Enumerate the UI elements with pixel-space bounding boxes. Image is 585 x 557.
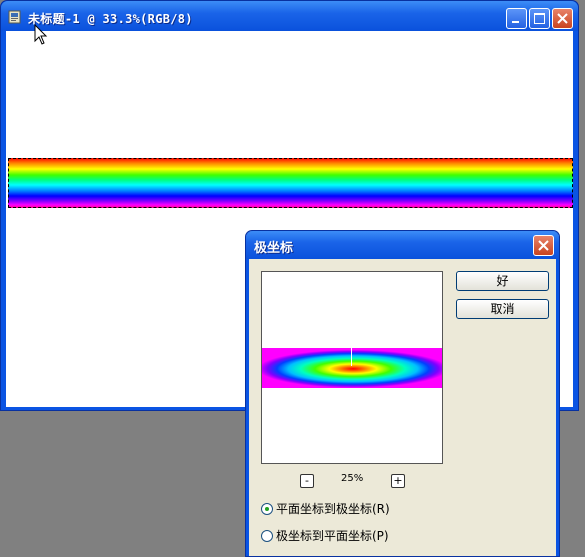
document-icon bbox=[8, 10, 21, 24]
dialog-title-bar[interactable]: 极坐标 bbox=[246, 231, 559, 259]
option-polar-to-rect[interactable]: 极坐标到平面坐标(P) bbox=[261, 527, 389, 543]
radio-rect-to-polar[interactable] bbox=[261, 502, 273, 515]
zoom-level: 25% bbox=[341, 473, 364, 484]
zoom-in-button[interactable]: + bbox=[391, 474, 405, 488]
option-rect-to-polar-label: 平面坐标到极坐标(R) bbox=[276, 502, 390, 516]
minimize-button[interactable] bbox=[506, 8, 527, 29]
option-rect-to-polar[interactable]: 平面坐标到极坐标(R) bbox=[261, 500, 390, 516]
maximize-button[interactable] bbox=[529, 8, 550, 29]
dialog-close-button[interactable] bbox=[533, 235, 554, 256]
option-polar-to-rect-label: 极坐标到平面坐标(P) bbox=[276, 529, 389, 543]
dialog-title: 极坐标 bbox=[254, 241, 294, 256]
document-title-bar[interactable]: 未标题-1 @ 33.3%(RGB/8) bbox=[1, 1, 578, 31]
ok-button[interactable]: 好 bbox=[456, 271, 549, 291]
polar-coordinates-dialog: 极坐标 - 25% + 好 取消 平面坐标到极坐标(R) 极坐标到平面坐标(P) bbox=[245, 230, 560, 557]
close-icon bbox=[557, 13, 568, 24]
document-title: 未标题-1 @ 33.3%(RGB/8) bbox=[28, 12, 193, 26]
close-button[interactable] bbox=[552, 8, 573, 29]
zoom-out-button[interactable]: - bbox=[300, 474, 314, 488]
selection-marquee bbox=[8, 158, 573, 208]
filter-preview[interactable] bbox=[261, 271, 443, 464]
preview-seam bbox=[351, 346, 352, 366]
mouse-pointer-icon bbox=[34, 24, 48, 45]
preview-image bbox=[262, 348, 442, 388]
cancel-button[interactable]: 取消 bbox=[456, 299, 549, 319]
minimize-icon bbox=[512, 21, 519, 23]
maximize-icon bbox=[534, 13, 545, 24]
dialog-body: - 25% + 好 取消 平面坐标到极坐标(R) 极坐标到平面坐标(P) bbox=[249, 259, 556, 556]
radio-polar-to-rect[interactable] bbox=[261, 529, 273, 542]
close-icon bbox=[538, 240, 549, 251]
